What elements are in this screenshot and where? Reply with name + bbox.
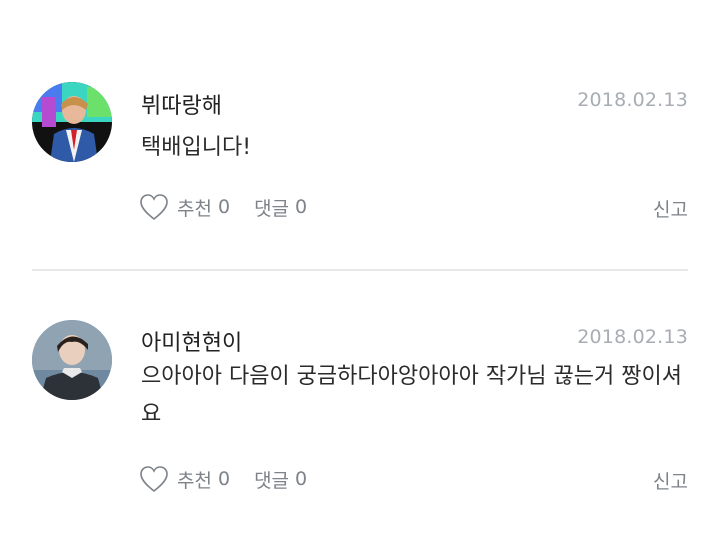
avatar-photo-icon bbox=[32, 82, 112, 162]
comment-item: 뷔따랑해 2018.02.13 택배입니다! 추천 0 댓글 0 신고 bbox=[0, 0, 720, 268]
report-button[interactable]: 신고 bbox=[653, 467, 688, 494]
like-count: 0 bbox=[217, 468, 231, 490]
comment-text: 으아아아 다음이 궁금하다아앙아아아 작가님 끊는거 짱이셔요 bbox=[141, 364, 682, 427]
like-label[interactable]: 추천 bbox=[177, 466, 212, 493]
avatar[interactable] bbox=[32, 320, 112, 400]
comment-item: 아미현현이 2018.02.13 으아아아 다음이 궁금하다아앙아아아 작가님 … bbox=[0, 272, 720, 540]
like-count: 0 bbox=[217, 196, 231, 218]
avatar[interactable] bbox=[32, 82, 112, 162]
divider bbox=[32, 269, 688, 271]
reply-count: 0 bbox=[295, 468, 308, 490]
comment-date: 2018.02.13 bbox=[577, 89, 688, 111]
report-button[interactable]: 신고 bbox=[653, 195, 688, 222]
comment-actions: 추천 0 댓글 0 bbox=[139, 462, 307, 496]
heart-icon[interactable] bbox=[139, 465, 169, 493]
username[interactable]: 아미현현이 bbox=[141, 325, 242, 357]
reply-label[interactable]: 댓글 bbox=[254, 466, 289, 493]
comment-text: 택배입니다! bbox=[141, 135, 252, 160]
comment-date: 2018.02.13 bbox=[577, 326, 688, 348]
reply-count: 0 bbox=[295, 196, 308, 218]
username[interactable]: 뷔따랑해 bbox=[141, 88, 222, 120]
heart-icon[interactable] bbox=[139, 193, 169, 221]
reply-label[interactable]: 댓글 bbox=[254, 194, 289, 221]
like-label[interactable]: 추천 bbox=[177, 194, 212, 221]
avatar-photo-icon bbox=[32, 320, 112, 400]
comment-actions: 추천 0 댓글 0 bbox=[139, 190, 307, 224]
